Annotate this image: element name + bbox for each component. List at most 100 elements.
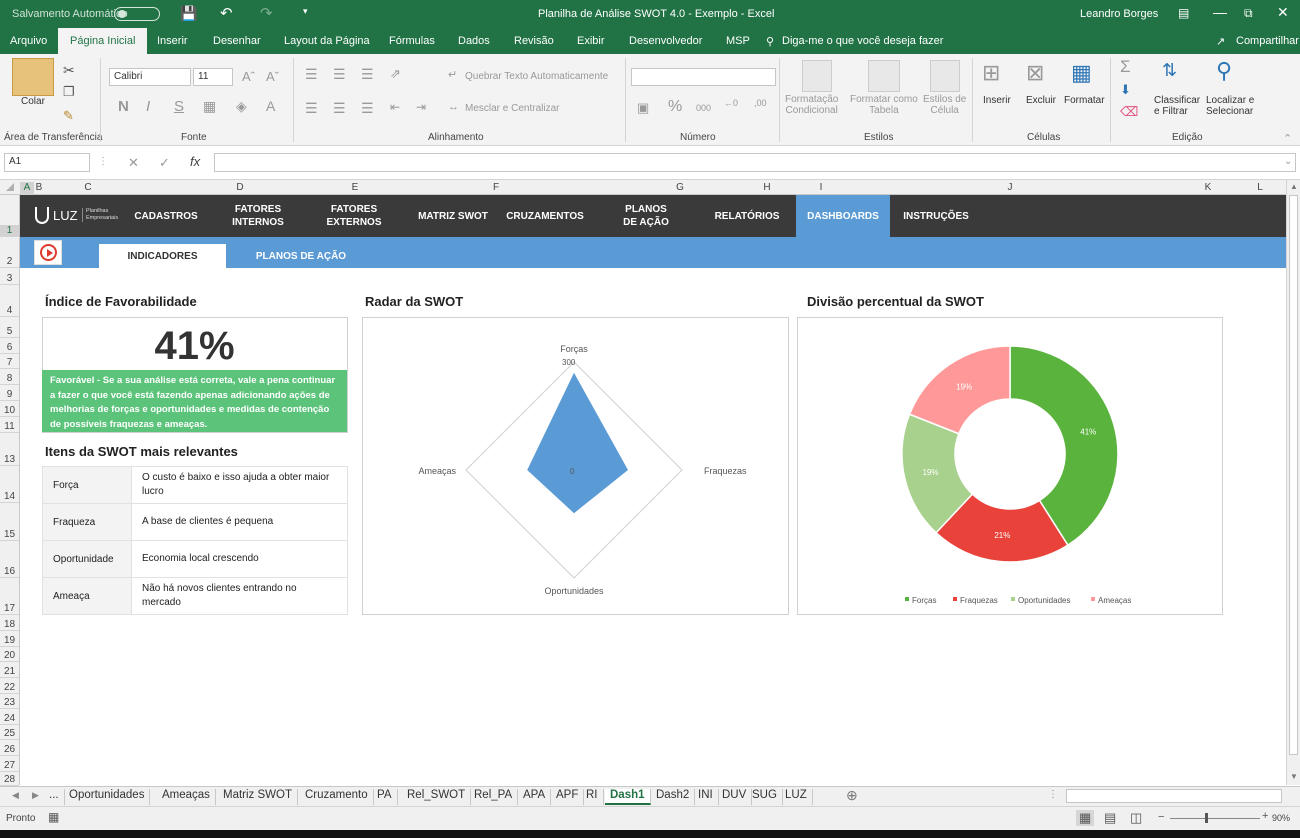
insert-cells-button[interactable]: Inserir	[983, 95, 1011, 106]
column-header[interactable]: C	[44, 182, 132, 193]
tab-exibir[interactable]: Exibir	[577, 35, 605, 47]
tab-formulas[interactable]: Fórmulas	[389, 35, 435, 47]
sheet-tab[interactable]: Ameaças	[157, 789, 216, 805]
close-icon[interactable]: ✕	[1277, 4, 1289, 21]
row-header[interactable]: 7	[0, 357, 19, 369]
row-header[interactable]: 11	[0, 421, 19, 433]
grow-font-icon[interactable]: Aˆ	[242, 69, 255, 84]
horizontal-scrollbar[interactable]	[1066, 789, 1282, 803]
row-header[interactable]: 20	[0, 650, 19, 662]
nav-fatores-internos[interactable]: FATORES INTERNOS	[210, 195, 306, 237]
column-header[interactable]: L	[1234, 182, 1286, 193]
macro-record-icon[interactable]: ▦	[48, 810, 59, 824]
row-header[interactable]: 27	[0, 760, 19, 772]
borders-icon[interactable]: ▦	[203, 98, 216, 115]
sheet-tab[interactable]: Matriz SWOT	[218, 789, 298, 805]
zoom-out-icon[interactable]: −	[1158, 811, 1164, 823]
zoom-slider-handle[interactable]	[1205, 813, 1208, 823]
sheet-tab[interactable]: Rel_SWOT	[402, 789, 472, 805]
row-header[interactable]: 14	[0, 491, 19, 503]
undo-icon[interactable]: ↶	[220, 4, 233, 22]
row-header[interactable]: 13	[0, 454, 19, 466]
sheet-tab[interactable]: Dash2	[651, 789, 696, 805]
conditional-format-button[interactable]: Formatação Condicional	[785, 94, 838, 116]
paste-button[interactable]: Colar	[21, 96, 45, 107]
new-sheet-icon[interactable]: ⊕	[846, 787, 858, 804]
tab-layout[interactable]: Layout da Página	[284, 35, 370, 47]
column-header[interactable]: F	[362, 182, 630, 193]
format-painter-icon[interactable]: ✎	[63, 108, 74, 124]
sheet-tab[interactable]: APA	[518, 789, 552, 805]
tab-inserir[interactable]: Inserir	[157, 35, 188, 47]
row-header[interactable]: 23	[0, 697, 19, 709]
paste-icon[interactable]	[12, 58, 54, 96]
scroll-up-icon[interactable]: ▲	[1290, 182, 1298, 191]
customize-qat-icon[interactable]: ▾	[303, 6, 308, 17]
font-size-select[interactable]: 11	[193, 68, 233, 86]
row-header[interactable]: 25	[0, 728, 19, 740]
italic-icon[interactable]: I	[146, 98, 150, 115]
delete-cells-button[interactable]: Excluir	[1026, 95, 1056, 106]
column-header[interactable]: J	[838, 182, 1182, 193]
tab-pagina-inicial[interactable]: Página Inicial	[58, 28, 148, 54]
minimize-icon[interactable]: —	[1213, 4, 1227, 20]
wrap-text-button[interactable]: Quebrar Texto Automaticamente	[465, 71, 608, 82]
sheet-tab[interactable]: Dash1	[605, 789, 651, 805]
formula-input[interactable]	[214, 153, 1296, 172]
align-center-icon[interactable]: ☰	[333, 100, 346, 117]
fill-color-icon[interactable]: ◈	[236, 98, 247, 115]
row-header[interactable]: 5	[0, 326, 19, 338]
format-cells-button[interactable]: Formatar	[1064, 95, 1105, 106]
row-header[interactable]: 8	[0, 373, 19, 385]
autosum-icon[interactable]: Σ	[1120, 57, 1131, 77]
sheet-tab[interactable]: SUG	[747, 789, 783, 805]
row-header[interactable]: 24	[0, 713, 19, 725]
tab-desenhar[interactable]: Desenhar	[213, 35, 261, 47]
tab-revisao[interactable]: Revisão	[514, 35, 554, 47]
align-bottom-icon[interactable]: ☰	[361, 66, 374, 83]
tab-splitter[interactable]: ⋮	[1048, 789, 1058, 800]
align-middle-icon[interactable]: ☰	[333, 66, 346, 83]
normal-view-icon[interactable]: ▦	[1076, 810, 1095, 826]
row-header[interactable]: 18	[0, 619, 19, 631]
subtab-indicadores[interactable]: INDICADORES	[99, 244, 226, 268]
collapse-ribbon-icon[interactable]: ⌃	[1283, 132, 1292, 145]
column-header[interactable]: D	[132, 182, 348, 193]
video-button[interactable]	[34, 240, 62, 265]
autosave-toggle[interactable]	[114, 7, 160, 21]
decrease-decimal-icon[interactable]: ,00	[754, 98, 767, 108]
nav-matriz-swot[interactable]: MATRIZ SWOT	[404, 195, 502, 237]
page-break-icon[interactable]: ◫	[1130, 810, 1142, 826]
align-top-icon[interactable]: ☰	[305, 66, 318, 83]
sheet-tab[interactable]: ...	[44, 789, 65, 805]
cell-styles-button[interactable]: Estilos de Célula	[923, 94, 966, 116]
vertical-scrollbar[interactable]: ▲ ▼	[1286, 180, 1300, 785]
column-header[interactable]: A	[20, 182, 34, 195]
tell-me-input[interactable]: Diga-me o que você deseja fazer	[782, 35, 943, 47]
number-format-select[interactable]	[631, 68, 776, 86]
donut-chart-frame[interactable]: 41% 21% 19% 19% Forças Fraquezas Oportunidades…	[797, 317, 1223, 615]
row-header[interactable]: 26	[0, 744, 19, 756]
scroll-down-icon[interactable]: ▼	[1290, 772, 1298, 781]
sheet-tab[interactable]: Rel_PA	[469, 789, 519, 805]
ribbon-display-icon[interactable]: ▤	[1178, 6, 1189, 20]
redo-icon[interactable]: ↷	[260, 4, 273, 22]
font-name-select[interactable]: Calibri	[109, 68, 191, 86]
nav-cruzamentos[interactable]: CRUZAMENTOS	[498, 195, 592, 237]
nav-dashboards[interactable]: DASHBOARDS	[796, 195, 890, 237]
subtab-planos-de-acao[interactable]: PLANOS DE AÇÃO	[232, 244, 370, 268]
nav-planos-de-acao[interactable]: PLANOS DE AÇÃO	[600, 195, 692, 237]
merge-center-button[interactable]: Mesclar e Centralizar	[465, 103, 559, 114]
copy-icon[interactable]: ❐	[63, 84, 75, 100]
name-box[interactable]: A1	[4, 153, 90, 172]
orientation-icon[interactable]: ⇗	[390, 66, 401, 82]
fill-icon[interactable]: ⬇	[1120, 82, 1131, 98]
insert-function-icon[interactable]: fx	[190, 154, 200, 169]
increase-indent-icon[interactable]: ⇥	[416, 100, 426, 114]
sheet-tab[interactable]: LUZ	[780, 789, 813, 805]
format-table-button[interactable]: Formatar como Tabela	[850, 94, 918, 116]
tab-msp[interactable]: MSP	[726, 35, 750, 47]
row-header[interactable]: 6	[0, 342, 19, 354]
sheet-tab[interactable]: Cruzamento	[300, 789, 374, 805]
save-icon[interactable]: 💾	[180, 5, 197, 22]
